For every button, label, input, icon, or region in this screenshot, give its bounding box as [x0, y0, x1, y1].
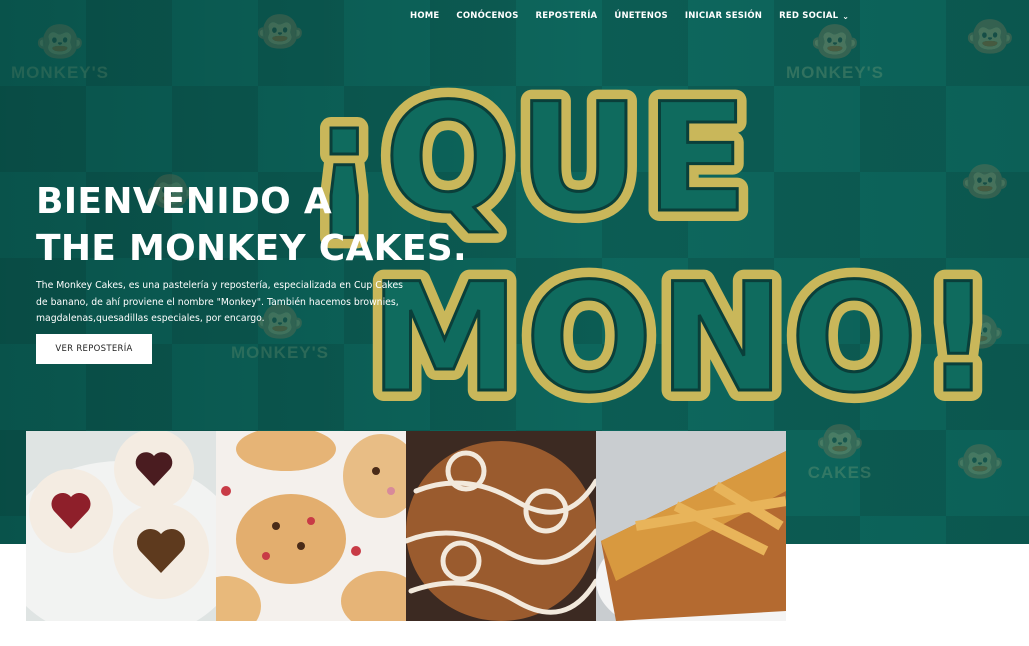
background-logo: 🐵: [955, 440, 1005, 484]
background-logo: 🐵: [255, 10, 305, 54]
nav-red-social[interactable]: RED SOCIAL ⌄: [779, 11, 849, 21]
hero-title-line1: BIENVENIDO A: [36, 181, 333, 222]
nav-iniciar-sesion[interactable]: INICIAR SESIÓN: [685, 11, 762, 21]
hero-title-line2: THE MONKEY CAKES.: [36, 228, 467, 269]
gallery-image-lattice-pie[interactable]: [596, 431, 786, 621]
nav-reposteria[interactable]: REPOSTERÍA: [536, 11, 598, 21]
nav-unetenos[interactable]: ÚNETENOS: [614, 11, 668, 21]
product-gallery: [26, 431, 786, 621]
hero-title: BIENVENIDO A THE MONKEY CAKES.: [36, 178, 467, 272]
nav-conocenos[interactable]: CONÓCENOS: [456, 11, 518, 21]
gallery-image-chocolate-chip-cookies[interactable]: [216, 431, 406, 621]
chevron-down-icon: ⌄: [842, 11, 850, 21]
main-nav: HOME CONÓCENOS REPOSTERÍA ÚNETENOS INICI…: [410, 11, 866, 21]
svg-text:MONO!: MONO!: [370, 252, 998, 426]
gallery-image-cinnamon-rolls[interactable]: [406, 431, 596, 621]
ver-reposteria-button[interactable]: VER REPOSTERÍA: [36, 334, 152, 364]
nav-home[interactable]: HOME: [410, 11, 439, 21]
background-logo: 🐵: [965, 15, 1015, 59]
hero-description: The Monkey Cakes, es una pastelería y re…: [36, 280, 404, 324]
gallery-image-linzer-cookies[interactable]: [26, 431, 216, 621]
background-logo: 🐵 MONKEY'S: [11, 20, 109, 82]
